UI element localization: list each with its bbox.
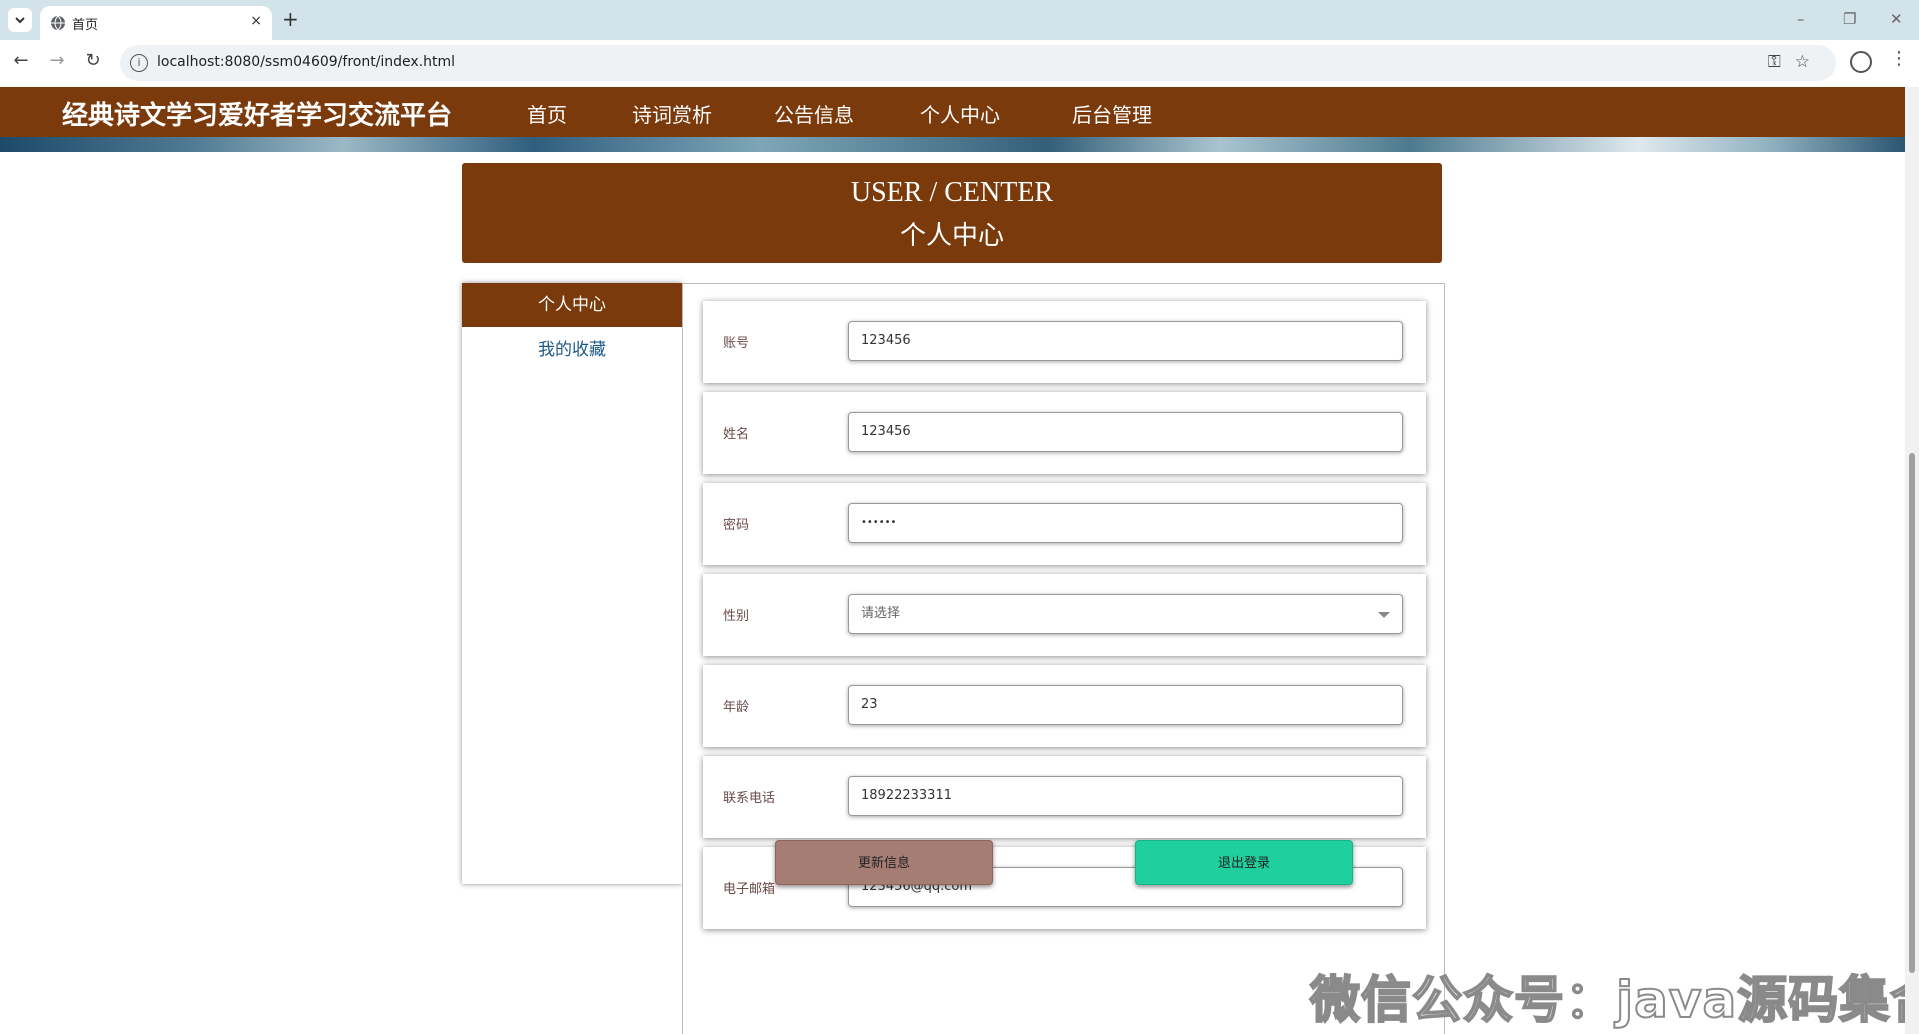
sidebar-item-favorites[interactable]: 我的收藏 — [462, 335, 682, 360]
sidebar-heading[interactable]: 个人中心 — [462, 283, 682, 327]
form-row-gender: 性别 请选择 — [703, 574, 1426, 656]
profile-form: 账号 123456 姓名 123456 密码 •••••• 性别 请选择 年龄 … — [682, 283, 1445, 1034]
back-icon[interactable]: ← — [8, 50, 34, 71]
account-input[interactable]: 123456 — [848, 321, 1403, 361]
form-row-account: 账号 123456 — [703, 301, 1426, 383]
star-icon[interactable]: ☆ — [1795, 52, 1824, 72]
reload-icon[interactable]: ↻ — [80, 50, 106, 71]
banner-image — [0, 137, 1905, 152]
menu-icon[interactable]: ⋮ — [1890, 48, 1908, 69]
banner-title-cn: 个人中心 — [899, 221, 1004, 251]
tab-close-icon[interactable]: × — [250, 13, 262, 29]
new-tab-button[interactable]: + — [282, 8, 299, 30]
gender-label: 性别 — [723, 609, 750, 624]
sidebar: 个人中心 我的收藏 — [462, 283, 682, 884]
url-text[interactable]: localhost:8080/ssm04609/front/index.html — [157, 54, 455, 70]
user-center-banner: USER / CENTER 个人中心 — [462, 163, 1442, 263]
form-row-password: 密码 •••••• — [703, 483, 1426, 565]
minimize-icon[interactable]: – — [1797, 10, 1805, 28]
gender-select[interactable]: 请选择 — [848, 594, 1403, 634]
email-label: 电子邮箱 — [723, 882, 776, 897]
form-row-name: 姓名 123456 — [703, 392, 1426, 474]
globe-icon — [51, 15, 65, 31]
name-label: 姓名 — [723, 427, 750, 442]
page-scrollbar[interactable] — [1905, 87, 1919, 1034]
account-label: 账号 — [723, 336, 750, 351]
phone-label: 联系电话 — [723, 791, 776, 806]
profile-icon[interactable] — [1850, 51, 1872, 73]
nav-notices[interactable]: 公告信息 — [774, 99, 854, 128]
password-label: 密码 — [723, 518, 750, 533]
site-title: 经典诗文学习爱好者学习交流平台 — [62, 101, 453, 131]
scrollbar-thumb[interactable] — [1909, 453, 1915, 973]
nav-user-center[interactable]: 个人中心 — [920, 99, 1000, 128]
browser-tab[interactable]: 首页 × — [40, 6, 272, 40]
browser-toolbar: ← → ↻ i localhost:8080/ssm04609/front/in… — [0, 40, 1919, 87]
form-row-phone: 联系电话 18922233311 — [703, 756, 1426, 838]
tab-list-icon[interactable] — [8, 8, 32, 32]
tab-title: 首页 — [72, 18, 99, 33]
key-icon[interactable]: ⚿ — [1768, 52, 1795, 72]
watermark-text: 微信公众号：java源码集合 — [1309, 970, 1905, 1030]
password-input[interactable]: •••••• — [848, 503, 1403, 543]
name-input[interactable]: 123456 — [848, 412, 1403, 452]
nav-home[interactable]: 首页 — [527, 99, 567, 128]
logout-button[interactable]: 退出登录 — [1135, 840, 1353, 885]
site-header: 经典诗文学习爱好者学习交流平台 首页 诗词赏析 公告信息 个人中心 后台管理 — [0, 87, 1905, 137]
info-icon[interactable]: i — [130, 54, 148, 72]
gender-select-value: 请选择 — [861, 606, 901, 621]
page-viewport: 经典诗文学习爱好者学习交流平台 首页 诗词赏析 公告信息 个人中心 后台管理 U… — [0, 87, 1905, 1034]
banner-title-en: USER / CENTER — [850, 177, 1054, 208]
form-row-age: 年龄 23 — [703, 665, 1426, 747]
age-label: 年龄 — [723, 700, 750, 715]
update-info-button[interactable]: 更新信息 — [775, 840, 993, 885]
nav-poetry[interactable]: 诗词赏析 — [632, 99, 712, 128]
restore-icon[interactable]: ❐ — [1843, 10, 1856, 28]
phone-input[interactable]: 18922233311 — [848, 776, 1403, 816]
address-bar[interactable]: i localhost:8080/ssm04609/front/index.ht… — [120, 45, 1836, 81]
age-input[interactable]: 23 — [848, 685, 1403, 725]
browser-tab-strip: 首页 × + – ❐ ✕ — [0, 0, 1919, 40]
chevron-down-icon — [1378, 612, 1390, 618]
window-close-icon[interactable]: ✕ — [1890, 10, 1903, 28]
forward-icon[interactable]: → — [44, 50, 70, 71]
nav-admin[interactable]: 后台管理 — [1072, 99, 1152, 128]
omnibox-icons: ⚿☆ — [1768, 52, 1824, 72]
